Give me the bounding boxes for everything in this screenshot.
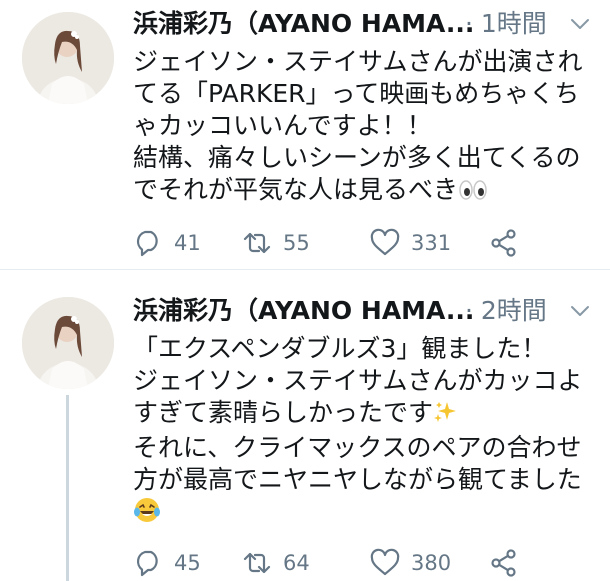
heart-icon (370, 228, 400, 256)
tweet[interactable]: 浜浦彩乃（AYANO HAMA... · 1時間 ジェイソン・ステイサムさんが出… (0, 0, 610, 270)
avatar-photo (22, 12, 114, 104)
reply-count: 41 (174, 231, 201, 255)
like-button[interactable]: 380 (370, 548, 451, 578)
reply-icon (136, 230, 158, 257)
tweet-text-continued: それに、クライマックスのペアの合わせ方が最高でニヤニヤしながら観てました (133, 433, 582, 494)
thread-line (66, 395, 69, 581)
tweet[interactable]: 浜浦彩乃（AYANO HAMA... · 2時間 「エクスペンダブルズ3」観まし… (0, 271, 610, 581)
share-icon (491, 229, 516, 257)
avatar-photo (22, 297, 114, 389)
retweet-button[interactable]: 55 (242, 228, 310, 258)
tweet-actions: 45 64 380 (133, 548, 603, 578)
like-count: 331 (411, 231, 452, 255)
retweet-icon (243, 552, 271, 574)
laughing-with-tears-emoji-icon (133, 496, 161, 532)
chevron-down-icon[interactable] (569, 301, 591, 321)
avatar[interactable] (22, 12, 114, 104)
heart-icon (370, 548, 400, 576)
tweet-text-content: 「エクスペンダブルズ3」観ました！ ジェイソン・ステイサムさんがカッコよすぎて素… (133, 334, 583, 427)
reply-button[interactable]: 45 (133, 548, 201, 578)
reply-button[interactable]: 41 (133, 228, 201, 258)
retweet-button[interactable]: 64 (242, 548, 310, 578)
timestamp[interactable]: · 2時間 (465, 293, 547, 329)
retweet-count: 64 (283, 551, 310, 575)
reply-icon (136, 550, 158, 577)
like-button[interactable]: 331 (370, 228, 451, 258)
like-count: 380 (411, 551, 452, 575)
avatar[interactable] (22, 297, 114, 389)
eyes-emoji-icon (458, 177, 488, 209)
timestamp[interactable]: · 1時間 (465, 6, 547, 42)
sparkles-emoji-icon (433, 400, 457, 432)
tweet-text: ジェイソン・ステイサムさんが出演されてる「PARKER」って映画もめちゃくちゃカ… (133, 46, 603, 209)
tweet-actions: 41 55 331 (133, 228, 603, 258)
retweet-count: 55 (283, 231, 310, 255)
chevron-down-icon[interactable] (569, 14, 591, 34)
share-icon (491, 549, 516, 577)
tweet-header: 浜浦彩乃（AYANO HAMA... · 2時間 (133, 293, 603, 329)
author-name[interactable]: 浜浦彩乃（AYANO HAMA... (133, 6, 474, 42)
retweet-icon (243, 232, 271, 254)
tweet-text: 「エクスペンダブルズ3」観ました！ ジェイソン・ステイサムさんがカッコよすぎて素… (133, 333, 603, 532)
tweet-header: 浜浦彩乃（AYANO HAMA... · 1時間 (133, 6, 603, 42)
tweet-text-content: ジェイソン・ステイサムさんが出演されてる「PARKER」って映画もめちゃくちゃカ… (133, 47, 583, 204)
author-name[interactable]: 浜浦彩乃（AYANO HAMA... (133, 293, 474, 329)
reply-count: 45 (174, 551, 201, 575)
share-button[interactable] (489, 548, 519, 578)
share-button[interactable] (489, 228, 519, 258)
